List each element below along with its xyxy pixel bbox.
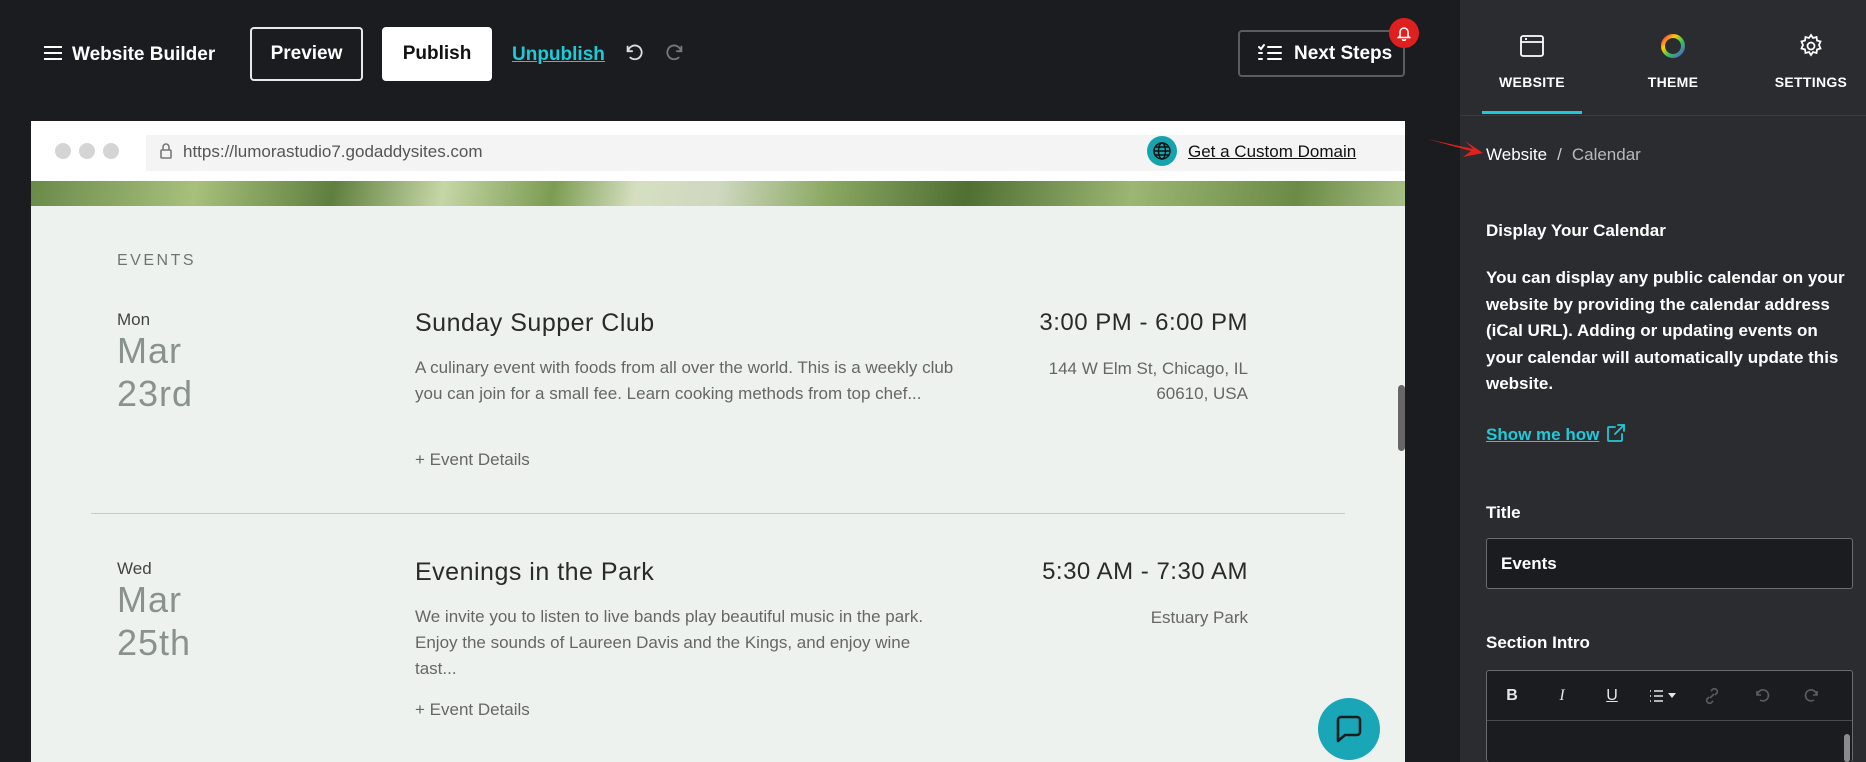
event-location: Estuary Park	[1150, 608, 1248, 627]
window-dot-icon	[55, 143, 71, 159]
window-dot-icon	[79, 143, 95, 159]
globe-icon	[1147, 136, 1177, 166]
section-intro-label: Section Intro	[1486, 633, 1590, 652]
notification-bell-icon[interactable]	[1389, 18, 1419, 48]
event-time: 3:00 PM - 6:00 PM	[1039, 309, 1248, 336]
breadcrumb-separator: /	[1557, 145, 1562, 164]
event-location: 144 W Elm St, Chicago, IL 60610, USA	[1048, 359, 1248, 403]
browser-window-icon	[1520, 35, 1544, 57]
breadcrumb-calendar: Calendar	[1571, 145, 1641, 164]
italic-button[interactable]: I	[1551, 685, 1573, 707]
undo-icon[interactable]	[623, 42, 645, 64]
display-calendar-text: You can display any public calendar on y…	[1486, 268, 1845, 393]
redo-icon	[1804, 689, 1818, 702]
list-icon[interactable]	[1647, 685, 1679, 707]
publish-button[interactable]: Publish	[382, 27, 492, 81]
tab-settings[interactable]: SETTINGS	[1756, 0, 1866, 116]
color-wheel-icon	[1661, 34, 1685, 58]
tab-theme[interactable]: THEME	[1618, 0, 1728, 116]
active-tab-indicator	[1482, 111, 1582, 114]
section-intro-editor[interactable]: B I U	[1486, 670, 1853, 762]
redo-icon[interactable]	[664, 42, 686, 64]
preview-button[interactable]: Preview	[250, 27, 363, 81]
title-label: Title	[1486, 503, 1521, 522]
window-dot-icon	[103, 143, 119, 159]
hero-image	[31, 181, 1405, 206]
events-section-label: EVENTS	[117, 252, 197, 269]
tab-website[interactable]: WEBSITE	[1477, 0, 1587, 116]
event-divider	[91, 513, 1345, 514]
link-icon	[1705, 687, 1719, 705]
bold-button[interactable]: B	[1501, 685, 1523, 707]
tab-label: THEME	[1647, 74, 1699, 90]
event-day: Mon	[117, 310, 151, 329]
undo-icon	[1756, 689, 1770, 702]
red-arrow-icon	[1427, 139, 1483, 157]
event-date: 23rd	[117, 373, 194, 414]
hamburger-menu-icon[interactable]	[44, 46, 62, 60]
browser-address-bar: https://lumorastudio7.godaddysites.com G…	[31, 121, 1405, 181]
tab-label: WEBSITE	[1499, 74, 1565, 90]
chat-icon[interactable]	[1318, 698, 1380, 760]
underline-button[interactable]: U	[1601, 685, 1623, 707]
unpublish-link[interactable]: Unpublish	[512, 44, 605, 66]
event-time: 5:30 AM - 7:30 AM	[1042, 558, 1248, 585]
event-title: Evenings in the Park	[415, 558, 655, 586]
gear-icon	[1800, 33, 1822, 57]
breadcrumb: Website / Calendar	[1486, 145, 1641, 165]
site-url: https://lumorastudio7.godaddysites.com	[183, 142, 483, 161]
title-input[interactable]	[1486, 538, 1853, 589]
breadcrumb-website[interactable]: Website	[1486, 145, 1547, 164]
lock-icon	[160, 143, 172, 159]
event-details-link[interactable]: + Event Details	[415, 450, 530, 470]
app-title: Website Builder	[72, 44, 216, 65]
checklist-icon	[1258, 44, 1282, 60]
tab-label: SETTINGS	[1774, 74, 1848, 90]
rich-text-toolbar: B I U	[1487, 671, 1852, 721]
site-preview-frame: https://lumorastudio7.godaddysites.com G…	[31, 121, 1405, 762]
event-month: Mar	[117, 330, 182, 371]
event-day: Wed	[117, 559, 152, 578]
event-details-link[interactable]: + Event Details	[415, 700, 530, 720]
event-description: We invite you to listen to live bands pl…	[415, 607, 924, 678]
get-custom-domain-link[interactable]: Get a Custom Domain	[1188, 142, 1356, 162]
panel-scrollbar[interactable]	[1844, 734, 1850, 762]
display-calendar-heading: Display Your Calendar	[1486, 221, 1666, 240]
show-me-how-link[interactable]: Show me how	[1486, 425, 1599, 445]
external-link-icon[interactable]	[1605, 422, 1627, 444]
event-description: A culinary event with foods from all ove…	[415, 358, 954, 403]
panel-tabs: WEBSITE THEME SETTINGS	[1460, 0, 1866, 116]
event-title: Sunday Supper Club	[415, 309, 655, 337]
event-date: 25th	[117, 622, 192, 663]
editor-toolbar: Website Builder Preview Publish Unpublis…	[0, 0, 1460, 112]
preview-scrollbar[interactable]	[1398, 385, 1405, 451]
event-month: Mar	[117, 579, 182, 620]
